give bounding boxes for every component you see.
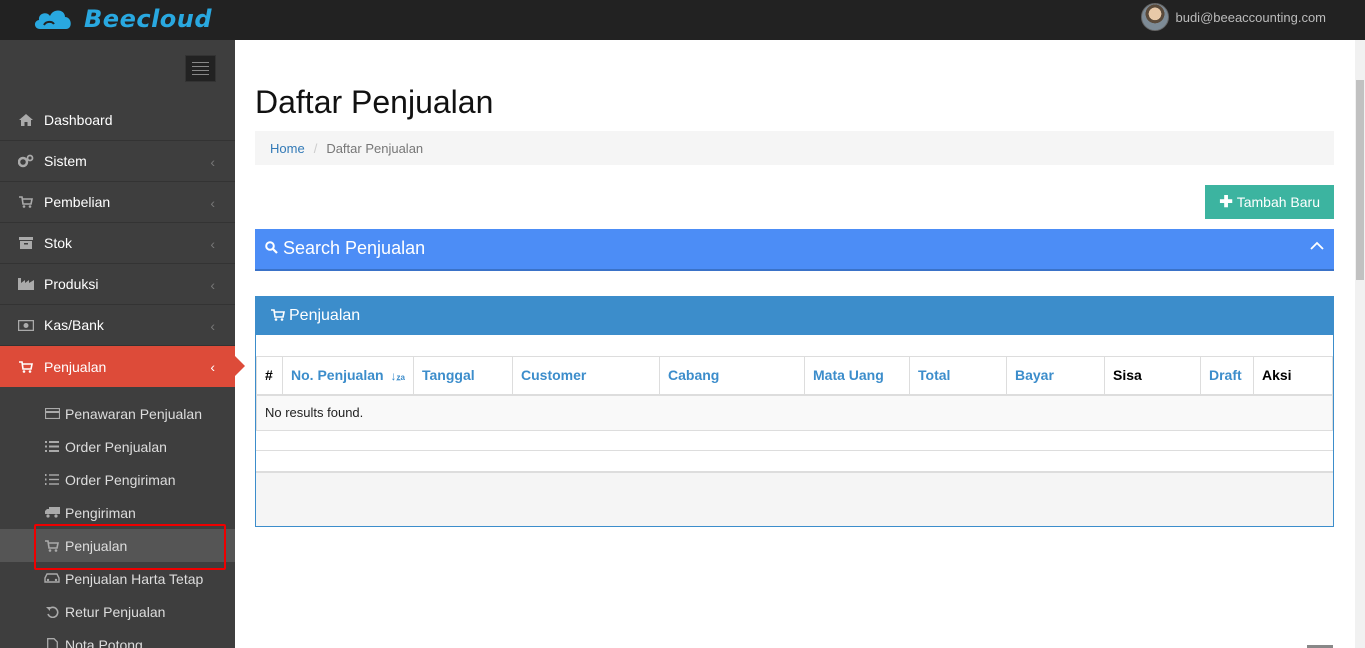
plus-icon: ✚ bbox=[1219, 194, 1233, 211]
sort-descending-icon: ↓z̲a bbox=[390, 369, 405, 384]
sidebar-item-label: Stok bbox=[44, 235, 73, 251]
cart-icon bbox=[271, 308, 285, 324]
credit-card-icon bbox=[44, 408, 60, 420]
cart-icon bbox=[44, 539, 60, 552]
home-icon bbox=[18, 113, 34, 127]
breadcrumb-home-link[interactable]: Home bbox=[270, 141, 305, 156]
chevron-left-icon: ‹ bbox=[210, 154, 215, 170]
submenu-item-order-pengiriman[interactable]: Order Pengiriman bbox=[0, 463, 235, 496]
column-header-total[interactable]: Total bbox=[909, 356, 1007, 396]
column-header-aksi: Aksi bbox=[1253, 356, 1333, 396]
column-header-sisa: Sisa bbox=[1104, 356, 1201, 396]
sales-table: # No. Penjualan ↓z̲a Tanggal Customer Ca… bbox=[256, 356, 1333, 431]
chevron-left-icon: ‹ bbox=[210, 318, 215, 334]
sales-table-panel: Penjualan # No. Penjualan ↓z̲a Tanggal C… bbox=[255, 296, 1334, 527]
scrollbar-thumb[interactable] bbox=[1356, 80, 1364, 280]
column-header-tanggal[interactable]: Tanggal bbox=[413, 356, 513, 396]
cloud-icon bbox=[32, 5, 74, 33]
submenu-item-retur-penjualan[interactable]: Retur Penjualan bbox=[0, 595, 235, 628]
breadcrumb: Home / Daftar Penjualan bbox=[255, 131, 1334, 165]
sidebar-menu: Dashboard Sistem ‹ Pembelian ‹ Stok ‹ Pr… bbox=[0, 100, 245, 648]
sidebar-item-label: Produksi bbox=[44, 276, 99, 292]
submenu-item-label: Nota Potong bbox=[65, 636, 143, 648]
page-scrollbar[interactable] bbox=[1355, 40, 1365, 648]
search-panel-title: Search Penjualan bbox=[265, 238, 425, 259]
sidebar-item-produksi[interactable]: Produksi ‹ bbox=[0, 264, 235, 305]
submenu-item-nota-potong[interactable]: Nota Potong bbox=[0, 628, 235, 648]
user-email: budi@beeaccounting.com bbox=[1175, 9, 1326, 25]
chevron-left-icon: ‹ bbox=[210, 236, 215, 252]
truck-icon bbox=[44, 507, 60, 519]
submenu-item-label: Order Penjualan bbox=[65, 438, 167, 455]
column-header-bayar[interactable]: Bayar bbox=[1006, 356, 1105, 396]
sales-table-footer bbox=[256, 472, 1333, 526]
sidebar-item-label: Kas/Bank bbox=[44, 317, 104, 333]
brand-logo[interactable]: Beecloud bbox=[32, 2, 212, 36]
page-title: Daftar Penjualan bbox=[255, 84, 494, 120]
top-navbar: Beecloud budi@beeaccounting.com bbox=[0, 0, 1365, 40]
list-icon bbox=[44, 441, 60, 453]
sidebar-item-stok[interactable]: Stok ‹ bbox=[0, 223, 235, 264]
sidebar-item-label: Penjualan bbox=[44, 358, 107, 375]
file-icon bbox=[44, 638, 60, 648]
add-new-button[interactable]: ✚ Tambah Baru bbox=[1205, 185, 1334, 219]
sidebar-toggle-button[interactable] bbox=[185, 55, 216, 82]
submenu-item-penjualan-harta-tetap[interactable]: Penjualan Harta Tetap bbox=[0, 562, 235, 595]
money-icon bbox=[18, 318, 34, 332]
sales-table-header: Penjualan bbox=[256, 297, 1333, 335]
column-header-customer[interactable]: Customer bbox=[512, 356, 660, 396]
table-row: No results found. bbox=[256, 394, 1333, 431]
sidebar-item-pembelian[interactable]: Pembelian ‹ bbox=[0, 182, 235, 223]
sidebar-item-kas-bank[interactable]: Kas/Bank ‹ bbox=[0, 305, 235, 346]
column-header-mata-uang[interactable]: Mata Uang bbox=[804, 356, 910, 396]
chevron-down-icon: ‹ bbox=[210, 359, 215, 375]
user-menu[interactable]: budi@beeaccounting.com bbox=[1141, 3, 1326, 31]
table-filler-rows bbox=[256, 430, 1333, 472]
sales-table-title: Penjualan bbox=[289, 307, 361, 324]
cart-icon bbox=[18, 195, 34, 209]
search-panel-label: Search Penjualan bbox=[283, 238, 426, 258]
search-icon bbox=[265, 240, 278, 257]
sidebar-item-label: Pembelian bbox=[44, 194, 111, 210]
empty-results-message: No results found. bbox=[256, 394, 1333, 431]
submenu-item-label: Penawaran Penjualan bbox=[65, 405, 202, 422]
submenu-item-order-penjualan[interactable]: Order Penjualan bbox=[0, 430, 235, 463]
car-icon bbox=[44, 573, 60, 585]
factory-icon bbox=[18, 277, 34, 291]
submenu-item-label: Penjualan Harta Tetap bbox=[65, 570, 204, 587]
sidebar: Dashboard Sistem ‹ Pembelian ‹ Stok ‹ Pr… bbox=[0, 40, 245, 648]
chevron-left-icon: ‹ bbox=[210, 195, 215, 211]
submenu-item-label: Pengiriman bbox=[65, 504, 136, 521]
sidebar-item-dashboard[interactable]: Dashboard bbox=[0, 100, 235, 141]
archive-icon bbox=[18, 236, 34, 250]
column-header-draft[interactable]: Draft bbox=[1200, 356, 1254, 396]
brand-name: Beecloud bbox=[84, 5, 213, 33]
cart-icon bbox=[18, 360, 34, 374]
column-header-label: No. Penjualan bbox=[291, 367, 384, 384]
submenu-item-penawaran-penjualan[interactable]: Penawaran Penjualan bbox=[0, 397, 235, 430]
column-header-number: # bbox=[256, 356, 283, 396]
penjualan-submenu: Penawaran Penjualan Order Penjualan Orde… bbox=[0, 387, 235, 648]
ordered-list-icon bbox=[44, 474, 60, 486]
sidebar-item-label: Dashboard bbox=[44, 112, 113, 128]
breadcrumb-separator: / bbox=[313, 140, 318, 156]
breadcrumb-current: Daftar Penjualan bbox=[326, 140, 424, 156]
gears-icon bbox=[18, 154, 34, 168]
column-header-cabang[interactable]: Cabang bbox=[659, 356, 805, 396]
undo-icon bbox=[44, 606, 60, 618]
search-panel-header[interactable]: Search Penjualan bbox=[255, 229, 1334, 271]
chevron-up-icon[interactable] bbox=[1310, 239, 1324, 253]
chevron-left-icon: ‹ bbox=[210, 277, 215, 293]
sidebar-item-sistem[interactable]: Sistem ‹ bbox=[0, 141, 235, 182]
sidebar-item-penjualan[interactable]: Penjualan ‹ bbox=[0, 346, 245, 387]
avatar bbox=[1141, 3, 1170, 31]
submenu-item-label: Order Pengiriman bbox=[65, 471, 176, 488]
add-new-label: Tambah Baru bbox=[1236, 194, 1320, 210]
submenu-item-label: Retur Penjualan bbox=[65, 603, 166, 620]
table-header-row: # No. Penjualan ↓z̲a Tanggal Customer Ca… bbox=[256, 356, 1333, 396]
sidebar-item-label: Sistem bbox=[44, 153, 87, 169]
submenu-item-label: Penjualan bbox=[65, 537, 128, 554]
submenu-item-penjualan[interactable]: Penjualan bbox=[0, 524, 235, 570]
column-header-no-penjualan[interactable]: No. Penjualan ↓z̲a bbox=[282, 356, 414, 396]
